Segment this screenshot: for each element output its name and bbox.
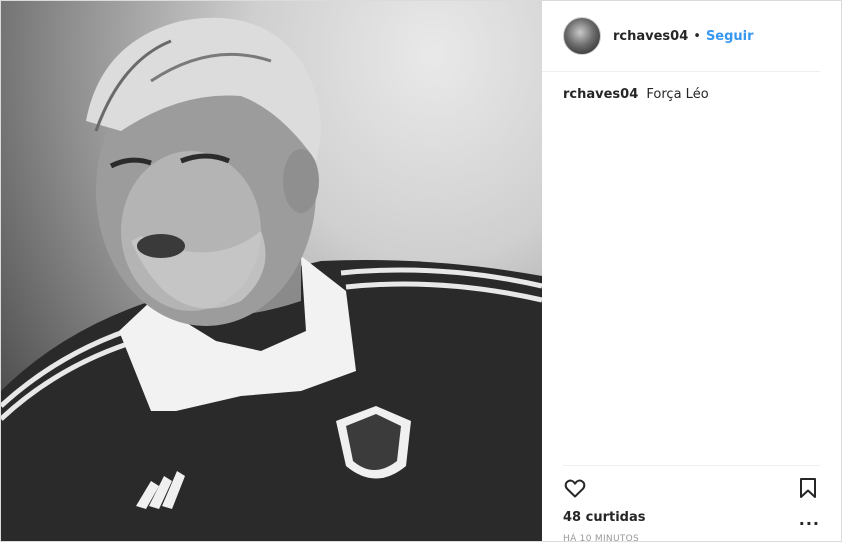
- caption-username[interactable]: rchaves04: [563, 87, 638, 102]
- post-timestamp: HÁ 10 MINUTOS: [563, 534, 640, 544]
- post-photo[interactable]: [1, 1, 542, 541]
- follow-button[interactable]: Seguir: [706, 29, 754, 44]
- bookmark-icon[interactable]: [796, 476, 820, 500]
- more-options-icon[interactable]: ...: [799, 510, 820, 529]
- photo-illustration: [1, 17, 542, 541]
- post-footer: 48 curtidas HÁ 10 MINUTOS ...: [563, 465, 820, 544]
- post-caption: rchaves04 Força Léo: [542, 72, 841, 118]
- caption-text: Força Léo: [646, 87, 709, 102]
- separator-dot: •: [693, 28, 701, 44]
- avatar[interactable]: [563, 17, 601, 55]
- action-bar: [563, 474, 820, 502]
- post-modal: rchaves04 • Seguir rchaves04 Força Léo 4…: [0, 0, 842, 544]
- post-sidebar: rchaves04 • Seguir rchaves04 Força Léo 4…: [542, 1, 841, 544]
- post-header: rchaves04 • Seguir: [542, 1, 820, 72]
- author-username[interactable]: rchaves04: [613, 29, 688, 44]
- heart-icon[interactable]: [563, 476, 587, 500]
- likes-count[interactable]: 48 curtidas: [563, 510, 820, 525]
